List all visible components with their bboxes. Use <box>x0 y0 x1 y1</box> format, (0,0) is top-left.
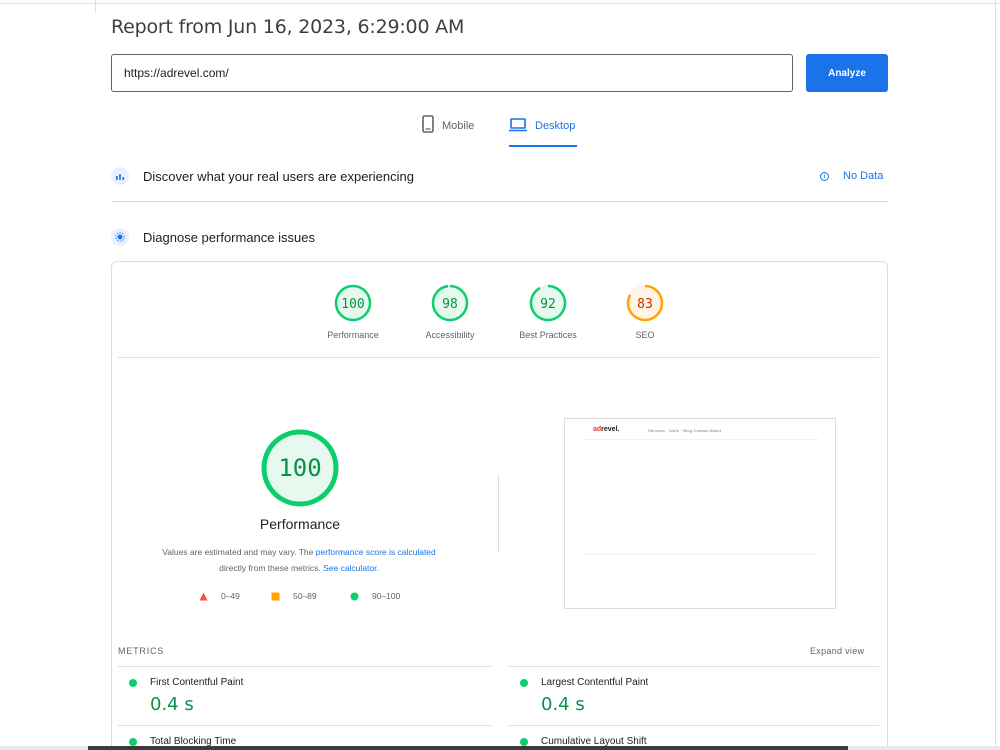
diagnose-section: Diagnose performance issues <box>111 228 315 246</box>
score-value: 100 <box>341 297 364 312</box>
metric-lcp-value: 0.4 s <box>541 694 585 715</box>
performance-gauge-large: 100 <box>260 428 340 513</box>
logo-rest: revel. <box>601 426 620 433</box>
tab-mobile-label: Mobile <box>442 120 475 132</box>
logo-red: ad <box>593 426 602 433</box>
see-calculator-link[interactable]: See calculator. <box>323 563 379 573</box>
vertical-divider <box>498 475 499 553</box>
users-icon <box>111 167 129 185</box>
analyze-button[interactable]: Analyze <box>806 54 888 92</box>
diagnose-label: Diagnose performance issues <box>143 229 315 245</box>
tab-desktop[interactable]: Desktop <box>509 115 577 147</box>
tab-desktop-label: Desktop <box>535 120 576 132</box>
section-divider <box>111 201 888 202</box>
legend-average-label: 50–89 <box>293 591 317 601</box>
score-label-performance: Performance <box>327 330 379 340</box>
triangle-icon <box>199 592 208 600</box>
lab-icon <box>111 228 129 246</box>
legend-poor: 0–49 <box>199 591 240 601</box>
legend-good-label: 90–100 <box>372 591 401 601</box>
good-status-icon <box>520 678 528 687</box>
metric-fcp-value: 0.4 s <box>150 694 194 715</box>
metric-name: First Contentful Paint <box>150 677 244 688</box>
metric-divider <box>118 666 491 667</box>
score-value: 83 <box>637 297 653 312</box>
phone-icon <box>422 115 434 133</box>
left-border <box>95 0 96 12</box>
good-status-icon <box>129 737 137 746</box>
card-divider <box>118 357 879 358</box>
report-title: Report from Jun 16, 2023, 6:29:00 AM <box>111 16 465 38</box>
note-text-2: directly from these metrics. <box>219 563 324 573</box>
score-gauge-accessibility[interactable]: 98 <box>430 283 470 328</box>
performance-score: 100 <box>278 454 321 482</box>
note-text: Values are estimated and may vary. The <box>162 547 316 557</box>
legend-good: 90–100 <box>350 591 400 601</box>
metric-divider <box>509 666 879 667</box>
metric-divider <box>118 725 491 726</box>
metric-name: Largest Contentful Paint <box>541 677 649 688</box>
screenshot-rule <box>583 439 819 440</box>
performance-title: Performance <box>259 516 341 532</box>
metrics-heading: METRICS <box>118 646 165 656</box>
info-icon: i <box>820 171 829 181</box>
top-border <box>0 3 1000 4</box>
expand-view-toggle[interactable]: Expand view <box>810 646 864 656</box>
score-value: 98 <box>442 297 458 312</box>
score-gauge-seo[interactable]: 83 <box>625 283 665 328</box>
circle-icon <box>350 592 359 600</box>
score-value: 92 <box>540 297 556 312</box>
scrollbar-track[interactable] <box>995 0 996 750</box>
metric-divider <box>509 725 879 726</box>
tab-mobile[interactable]: Mobile <box>422 115 474 147</box>
page-screenshot: adrevel. Services · Work · Blog Contact … <box>564 418 836 609</box>
score-label-accessibility: Accessibility <box>425 330 475 340</box>
performance-note: Values are estimated and may vary. The p… <box>128 544 470 576</box>
horizontal-scrollbar[interactable] <box>88 746 848 750</box>
screenshot-rule <box>583 554 819 555</box>
laptop-icon <box>509 118 527 132</box>
score-label-best-practices: Best Practices <box>519 330 577 340</box>
discover-label: Discover what your real users are experi… <box>143 168 414 184</box>
score-label-seo: SEO <box>635 330 655 340</box>
no-data-label: No Data <box>843 170 884 182</box>
legend-average: 50–89 <box>271 591 317 601</box>
score-gauge-best-practices[interactable]: 92 <box>528 283 568 328</box>
url-input[interactable] <box>111 54 793 92</box>
square-icon <box>271 592 280 600</box>
metric-fcp: First Contentful Paint <box>129 677 243 688</box>
no-data-status[interactable]: i No Data <box>820 170 883 182</box>
legend-poor-label: 0–49 <box>221 591 240 601</box>
score-calculation-link[interactable]: performance score is calculated <box>316 547 436 557</box>
good-status-icon <box>520 737 528 746</box>
metric-lcp: Largest Contentful Paint <box>520 677 648 688</box>
good-status-icon <box>129 678 137 687</box>
discover-section: Discover what your real users are experi… <box>111 167 414 185</box>
score-gauge-performance[interactable]: 100 <box>333 283 373 328</box>
screenshot-nav: Services · Work · Blog Contact About <box>648 428 722 433</box>
screenshot-logo: adrevel. <box>593 426 619 433</box>
